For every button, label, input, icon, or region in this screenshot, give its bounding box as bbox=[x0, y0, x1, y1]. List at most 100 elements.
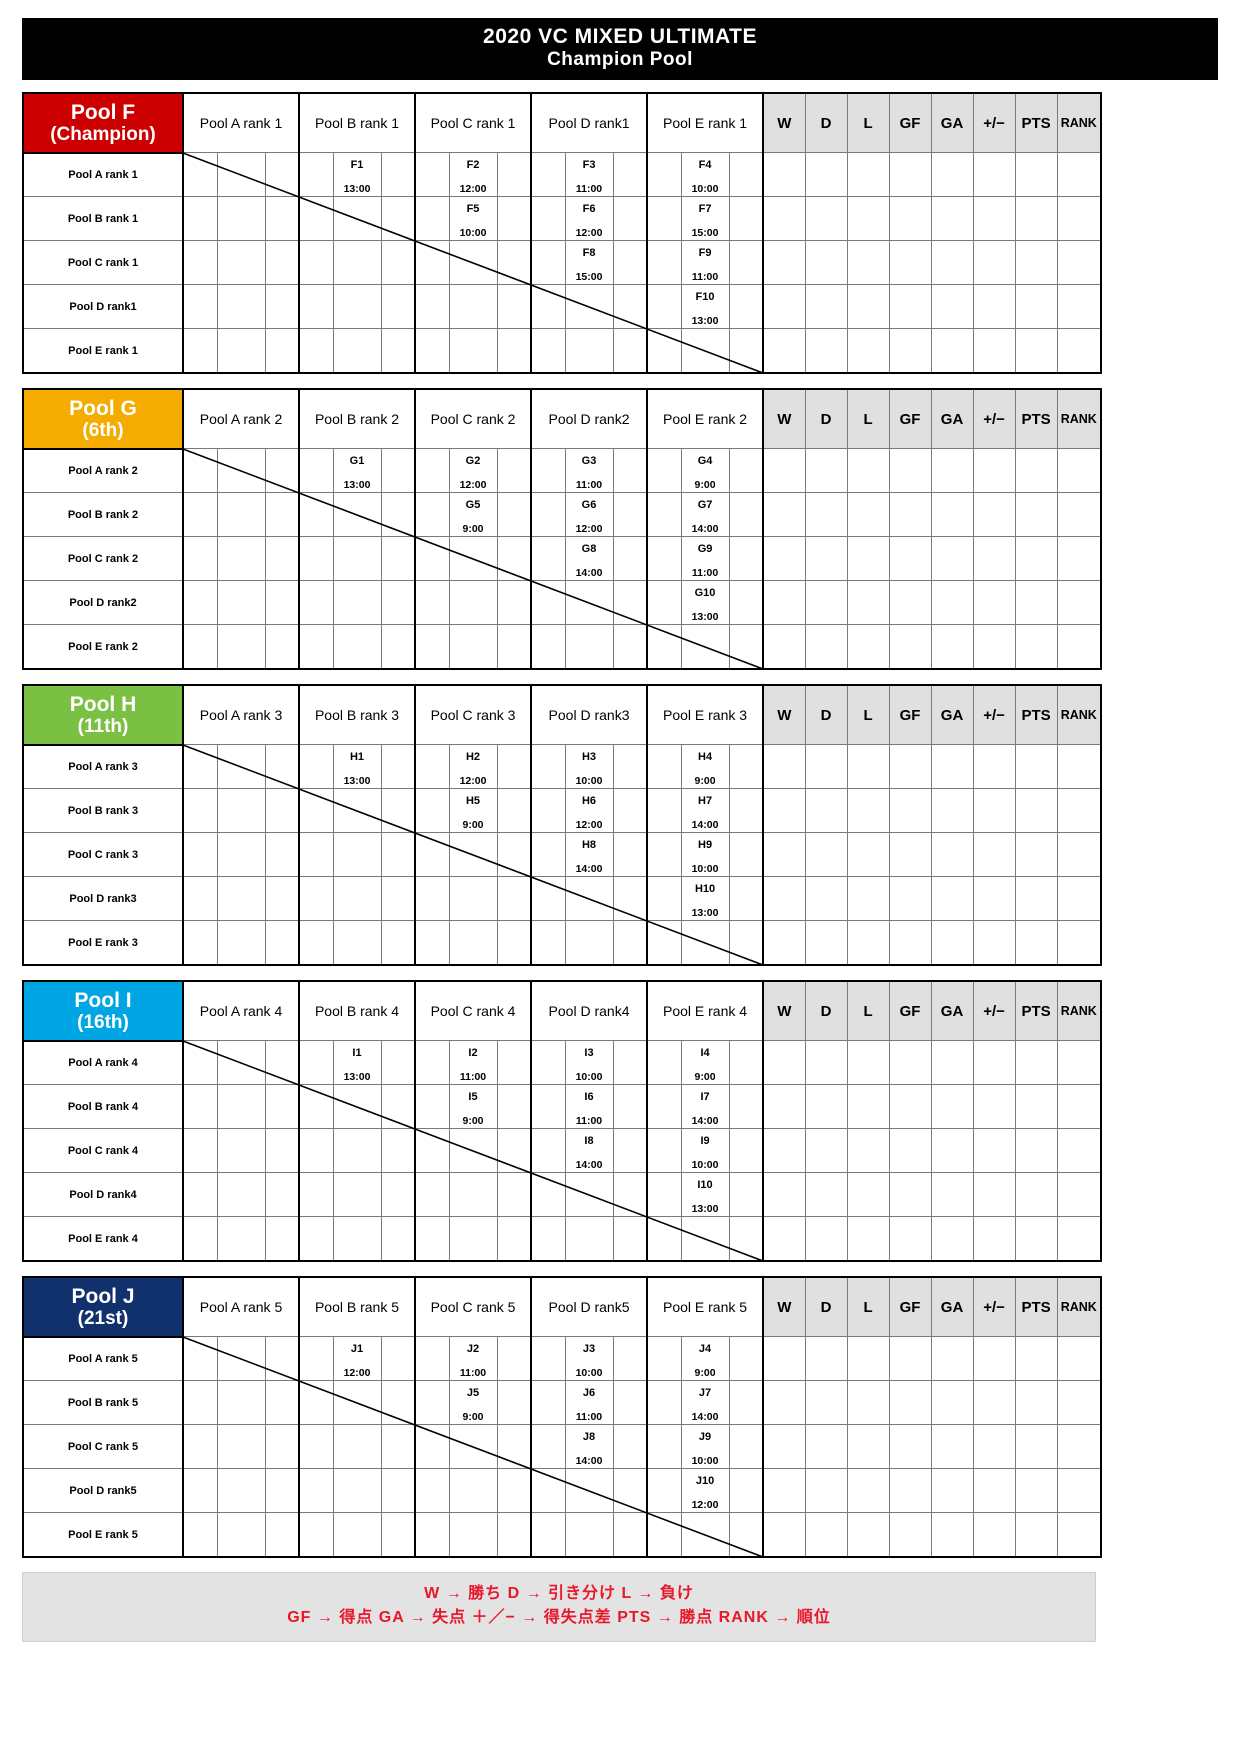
stat-value-cell[interactable] bbox=[972, 1040, 1016, 1086]
score-cell[interactable] bbox=[612, 1216, 649, 1262]
stat-value-cell[interactable] bbox=[972, 1468, 1016, 1514]
stat-value-cell[interactable] bbox=[846, 1172, 890, 1218]
stat-value-cell[interactable] bbox=[930, 284, 974, 330]
score-cell[interactable] bbox=[414, 624, 450, 670]
stat-value-cell[interactable] bbox=[888, 832, 932, 878]
score-cell[interactable] bbox=[182, 1216, 218, 1262]
score-cell[interactable] bbox=[496, 152, 533, 198]
stat-value-cell[interactable] bbox=[804, 152, 848, 198]
score-cell[interactable] bbox=[612, 328, 649, 374]
score-cell[interactable] bbox=[530, 448, 566, 494]
score-cell[interactable] bbox=[728, 240, 765, 286]
stat-value-cell[interactable] bbox=[1056, 152, 1102, 198]
score-cell[interactable] bbox=[298, 920, 334, 966]
stat-value-cell[interactable] bbox=[846, 1128, 890, 1174]
stat-value-cell[interactable] bbox=[1056, 580, 1102, 626]
stat-value-cell[interactable] bbox=[804, 240, 848, 286]
score-cell[interactable] bbox=[530, 624, 566, 670]
score-cell[interactable] bbox=[530, 1380, 566, 1426]
score-cell[interactable] bbox=[264, 448, 300, 494]
stat-value-cell[interactable] bbox=[930, 1380, 974, 1426]
stat-value-cell[interactable] bbox=[846, 1424, 890, 1470]
stat-value-cell[interactable] bbox=[846, 876, 890, 922]
stat-value-cell[interactable] bbox=[846, 744, 890, 790]
stat-value-cell[interactable] bbox=[846, 284, 890, 330]
stat-value-cell[interactable] bbox=[804, 1468, 848, 1514]
stat-value-cell[interactable] bbox=[762, 832, 806, 878]
stat-value-cell[interactable] bbox=[804, 492, 848, 538]
stat-value-cell[interactable] bbox=[1014, 1172, 1058, 1218]
score-cell[interactable] bbox=[646, 328, 682, 374]
score-cell[interactable] bbox=[414, 1216, 450, 1262]
score-cell[interactable] bbox=[298, 624, 334, 670]
score-cell[interactable] bbox=[264, 328, 300, 374]
score-cell[interactable] bbox=[728, 1040, 765, 1086]
score-cell[interactable] bbox=[646, 832, 682, 878]
stat-value-cell[interactable] bbox=[1014, 1216, 1058, 1262]
score-cell[interactable] bbox=[298, 1468, 334, 1514]
stat-value-cell[interactable] bbox=[846, 492, 890, 538]
stat-value-cell[interactable] bbox=[1014, 492, 1058, 538]
score-cell[interactable] bbox=[530, 196, 566, 242]
score-cell[interactable] bbox=[380, 744, 416, 790]
stat-value-cell[interactable] bbox=[762, 1128, 806, 1174]
stat-value-cell[interactable] bbox=[1014, 448, 1058, 494]
score-cell[interactable] bbox=[728, 1512, 765, 1558]
score-cell[interactable] bbox=[182, 788, 218, 834]
score-cell[interactable] bbox=[496, 1128, 533, 1174]
score-cell[interactable] bbox=[380, 492, 416, 538]
score-cell[interactable] bbox=[530, 1336, 566, 1382]
stat-value-cell[interactable] bbox=[1056, 920, 1102, 966]
stat-value-cell[interactable] bbox=[762, 1424, 806, 1470]
score-cell[interactable] bbox=[728, 1172, 765, 1218]
score-cell[interactable] bbox=[414, 1424, 450, 1470]
score-cell[interactable] bbox=[646, 152, 682, 198]
stat-value-cell[interactable] bbox=[888, 1216, 932, 1262]
stat-value-cell[interactable] bbox=[888, 920, 932, 966]
stat-value-cell[interactable] bbox=[1014, 196, 1058, 242]
stat-value-cell[interactable] bbox=[888, 1172, 932, 1218]
score-cell[interactable] bbox=[414, 196, 450, 242]
score-cell[interactable] bbox=[646, 624, 682, 670]
score-cell[interactable] bbox=[612, 832, 649, 878]
stat-value-cell[interactable] bbox=[888, 1084, 932, 1130]
score-cell[interactable] bbox=[646, 920, 682, 966]
stat-value-cell[interactable] bbox=[762, 788, 806, 834]
stat-value-cell[interactable] bbox=[1056, 328, 1102, 374]
score-cell[interactable] bbox=[646, 492, 682, 538]
score-cell[interactable] bbox=[182, 744, 218, 790]
stat-value-cell[interactable] bbox=[804, 876, 848, 922]
stat-value-cell[interactable] bbox=[888, 580, 932, 626]
score-cell[interactable] bbox=[612, 580, 649, 626]
stat-value-cell[interactable] bbox=[1056, 448, 1102, 494]
stat-value-cell[interactable] bbox=[1056, 1424, 1102, 1470]
score-cell[interactable] bbox=[612, 492, 649, 538]
stat-value-cell[interactable] bbox=[930, 196, 974, 242]
score-cell[interactable] bbox=[414, 284, 450, 330]
stat-value-cell[interactable] bbox=[972, 1424, 1016, 1470]
score-cell[interactable] bbox=[530, 876, 566, 922]
stat-value-cell[interactable] bbox=[1056, 876, 1102, 922]
score-cell[interactable] bbox=[414, 1380, 450, 1426]
score-cell[interactable] bbox=[612, 1380, 649, 1426]
score-cell[interactable] bbox=[612, 1468, 649, 1514]
score-cell[interactable] bbox=[728, 536, 765, 582]
score-cell[interactable] bbox=[612, 920, 649, 966]
score-cell[interactable] bbox=[298, 1512, 334, 1558]
score-cell[interactable] bbox=[264, 744, 300, 790]
score-cell[interactable] bbox=[728, 328, 765, 374]
stat-value-cell[interactable] bbox=[930, 1468, 974, 1514]
score-cell[interactable] bbox=[182, 832, 218, 878]
score-cell[interactable] bbox=[264, 1512, 300, 1558]
score-cell[interactable] bbox=[496, 1336, 533, 1382]
stat-value-cell[interactable] bbox=[888, 328, 932, 374]
stat-value-cell[interactable] bbox=[972, 1216, 1016, 1262]
score-cell[interactable] bbox=[496, 448, 533, 494]
score-cell[interactable] bbox=[646, 1216, 682, 1262]
stat-value-cell[interactable] bbox=[972, 240, 1016, 286]
stat-value-cell[interactable] bbox=[762, 492, 806, 538]
score-cell[interactable] bbox=[380, 624, 416, 670]
score-cell[interactable] bbox=[646, 1040, 682, 1086]
score-cell[interactable] bbox=[612, 1172, 649, 1218]
score-cell[interactable] bbox=[530, 744, 566, 790]
